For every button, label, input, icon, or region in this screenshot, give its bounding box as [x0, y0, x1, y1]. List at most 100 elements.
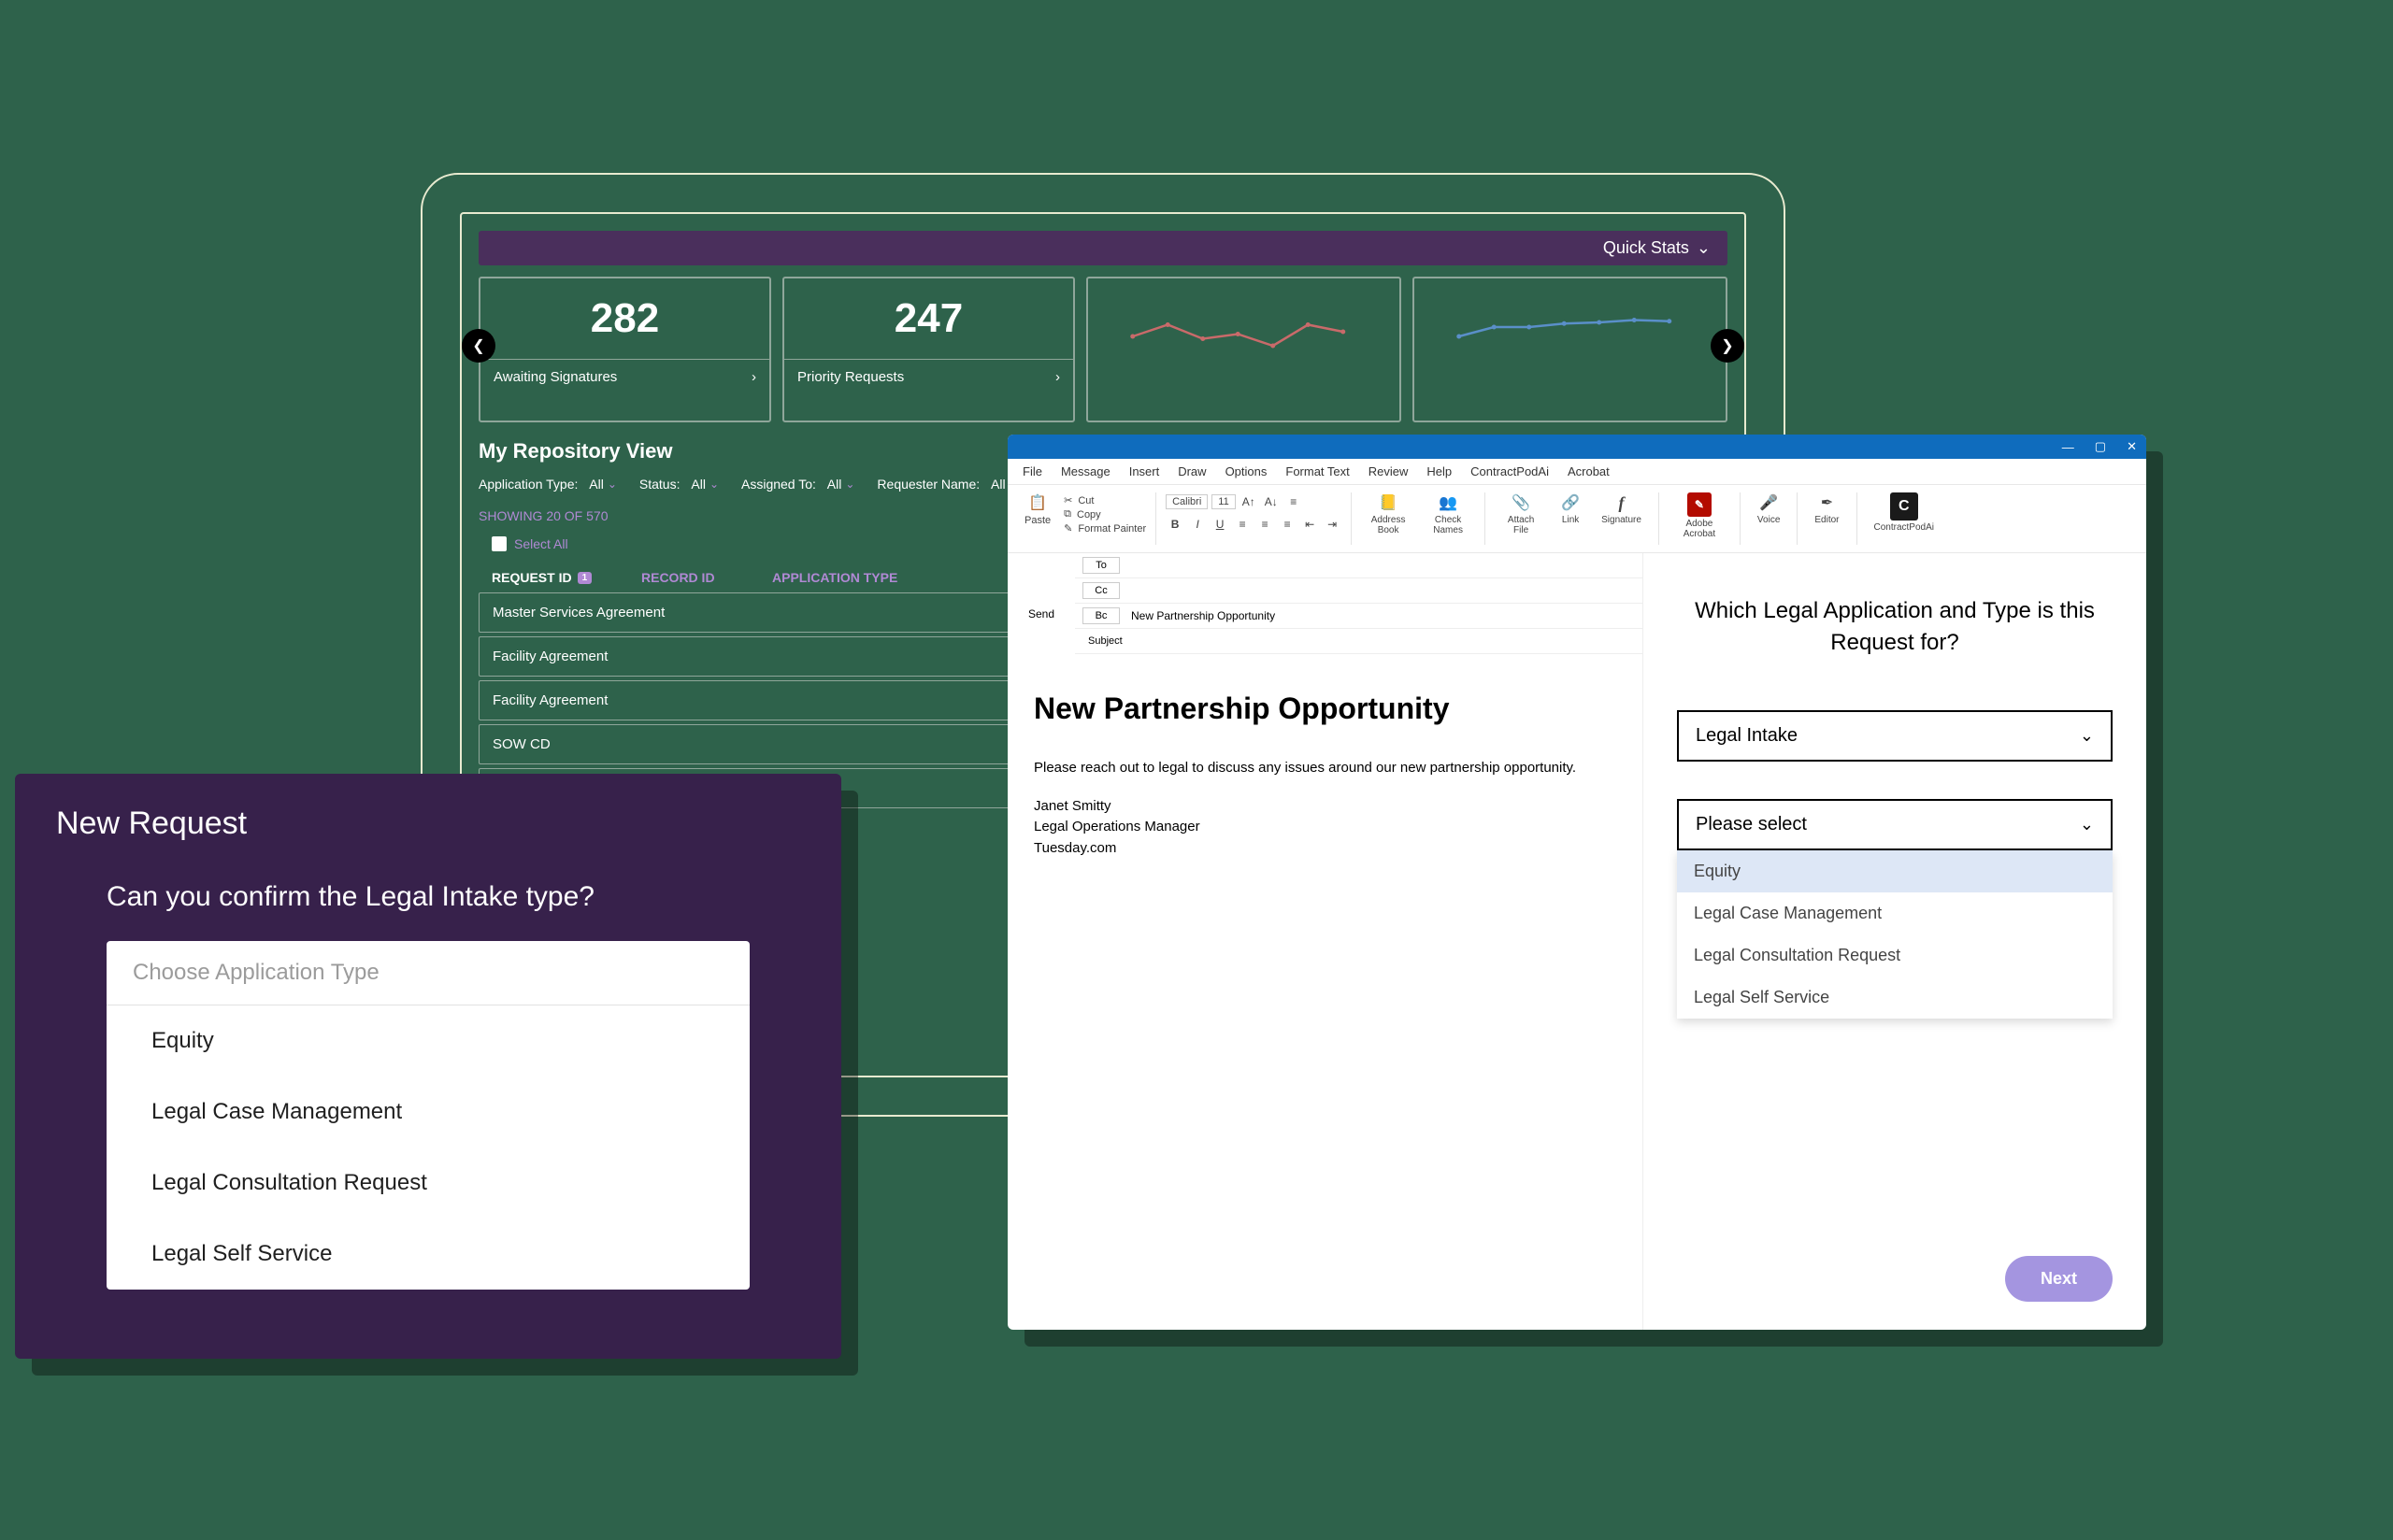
contractpodai-icon: C — [1890, 492, 1918, 520]
align-left-button[interactable]: ≡ — [1233, 515, 1252, 534]
font-name-select[interactable]: Calibri — [1166, 494, 1208, 509]
subject-input[interactable] — [1137, 635, 1642, 648]
subject-label: Subject — [1075, 635, 1137, 647]
address-book-icon: 📒 — [1378, 492, 1398, 513]
brush-icon: ✎ — [1064, 522, 1072, 535]
minimize-button[interactable]: — — [2062, 440, 2074, 454]
cc-input[interactable] — [1127, 580, 1642, 601]
line-chart-2 — [1412, 277, 1727, 422]
checkbox-icon — [492, 536, 507, 551]
outlook-window: — ▢ ✕ File Message Insert Draw Options F… — [1008, 435, 2146, 1330]
menu-file[interactable]: File — [1023, 464, 1042, 478]
italic-button[interactable]: I — [1188, 515, 1207, 534]
to-input[interactable] — [1127, 555, 1642, 576]
cut-icon: ✂ — [1064, 494, 1072, 506]
side-question: Which Legal Application and Type is this… — [1677, 595, 2113, 658]
copy-icon: ⧉ — [1064, 508, 1071, 520]
filter-assigned-to[interactable]: Assigned To: All⌄ — [741, 477, 854, 492]
format-painter-button[interactable]: ✎Format Painter — [1064, 522, 1146, 535]
indent-decrease-button[interactable]: ⇤ — [1300, 515, 1319, 534]
bold-button[interactable]: B — [1166, 515, 1184, 534]
send-button[interactable]: Send — [1008, 553, 1075, 654]
option-equity[interactable]: Equity — [1677, 850, 2113, 892]
option-legal-self-service[interactable]: Legal Self Service — [107, 1219, 750, 1290]
close-button[interactable]: ✕ — [2127, 439, 2137, 454]
to-button[interactable]: To — [1082, 557, 1120, 574]
menu-help[interactable]: Help — [1426, 464, 1452, 478]
quickstats-label: Quick Stats — [1603, 238, 1689, 258]
attach-file-button[interactable]: 📎Attach File — [1495, 492, 1547, 535]
modal-prompt: Can you confirm the Legal Intake type? — [107, 881, 800, 913]
option-legal-consultation-request[interactable]: Legal Consultation Request — [107, 1148, 750, 1219]
paste-icon: 📋 — [1027, 492, 1048, 513]
menu-message[interactable]: Message — [1061, 464, 1111, 478]
quickstats-toggle[interactable]: Quick Stats ⌄ — [479, 231, 1727, 265]
next-button[interactable]: Next — [2005, 1256, 2113, 1302]
cut-button[interactable]: ✂Cut — [1064, 494, 1146, 506]
indent-increase-button[interactable]: ⇥ — [1323, 515, 1341, 534]
column-application-type[interactable]: APPLICATION TYPE — [772, 570, 959, 585]
link-button[interactable]: 🔗Link — [1553, 492, 1588, 525]
type-select[interactable]: Please select ⌄ — [1677, 799, 2113, 850]
bc-input[interactable] — [1127, 606, 1642, 626]
stat-card-awaiting[interactable]: 282 Awaiting Signatures › — [479, 277, 771, 422]
align-right-button[interactable]: ≡ — [1278, 515, 1297, 534]
cc-button[interactable]: Cc — [1082, 582, 1120, 599]
menu-insert[interactable]: Insert — [1129, 464, 1160, 478]
signature-button[interactable]: fSignature — [1594, 492, 1649, 525]
filter-application-type[interactable]: Application Type: All⌄ — [479, 477, 617, 492]
copy-button[interactable]: ⧉Copy — [1064, 508, 1146, 520]
align-center-button[interactable]: ≡ — [1255, 515, 1274, 534]
chevron-down-icon: ⌄ — [1697, 238, 1711, 258]
check-names-button[interactable]: 👥Check Names — [1421, 492, 1475, 535]
menu-review[interactable]: Review — [1368, 464, 1409, 478]
carousel-next-button[interactable]: ❯ — [1711, 329, 1744, 363]
menu-bar: File Message Insert Draw Options Format … — [1008, 459, 2146, 485]
menu-options[interactable]: Options — [1225, 464, 1268, 478]
increase-font-button[interactable]: A↑ — [1239, 492, 1258, 511]
option-legal-self-service[interactable]: Legal Self Service — [1677, 977, 2113, 1019]
sort-badge: 1 — [578, 572, 593, 584]
column-record-id[interactable]: RECORD ID — [641, 570, 772, 585]
option-legal-case-management[interactable]: Legal Case Management — [107, 1077, 750, 1148]
email-body[interactable]: New Partnership Opportunity Please reach… — [1008, 654, 1642, 896]
adobe-acrobat-button[interactable]: ✎Adobe Acrobat — [1669, 492, 1730, 539]
compose-pane: Send To Cc Bc Subject New Partnership Op… — [1008, 553, 1643, 1330]
bc-button[interactable]: Bc — [1082, 607, 1120, 624]
voice-button[interactable]: 🎤Voice — [1750, 492, 1787, 525]
stats-row: ❮ 282 Awaiting Signatures › 247 Priority… — [479, 277, 1727, 422]
modal-title: New Request — [56, 806, 800, 842]
maximize-button[interactable]: ▢ — [2095, 439, 2106, 454]
new-request-modal: New Request Can you confirm the Legal In… — [15, 774, 841, 1359]
decrease-font-button[interactable]: A↓ — [1262, 492, 1281, 511]
address-book-button[interactable]: 📒Address Book — [1361, 492, 1415, 535]
stat-label-text: Awaiting Signatures — [494, 369, 617, 385]
stat-card-priority[interactable]: 247 Priority Requests › — [782, 277, 1075, 422]
carousel-prev-button[interactable]: ❮ — [462, 329, 495, 363]
editor-button[interactable]: ✒Editor — [1807, 492, 1846, 525]
option-legal-case-management[interactable]: Legal Case Management — [1677, 892, 2113, 934]
paperclip-icon: 📎 — [1511, 492, 1531, 513]
bullet-list-button[interactable]: ≡ — [1284, 492, 1303, 511]
menu-draw[interactable]: Draw — [1178, 464, 1206, 478]
email-heading: New Partnership Opportunity — [1034, 692, 1616, 726]
filter-requester-name[interactable]: Requester Name: All⌄ — [877, 477, 1018, 492]
option-equity[interactable]: Equity — [107, 1005, 750, 1077]
email-paragraph: Please reach out to legal to discuss any… — [1034, 758, 1616, 779]
menu-contractpodai[interactable]: ContractPodAi — [1470, 464, 1549, 478]
font-size-select[interactable]: 11 — [1211, 494, 1235, 509]
underline-button[interactable]: U — [1211, 515, 1229, 534]
column-request-id[interactable]: REQUEST ID1 — [492, 570, 641, 585]
card-header: Choose Application Type — [107, 941, 750, 1005]
option-legal-consultation-request[interactable]: Legal Consultation Request — [1677, 934, 2113, 977]
menu-format-text[interactable]: Format Text — [1285, 464, 1349, 478]
menu-acrobat[interactable]: Acrobat — [1568, 464, 1610, 478]
type-select-menu: Equity Legal Case Management Legal Consu… — [1677, 850, 2113, 1019]
contractpodai-button[interactable]: CContractPodAi — [1867, 492, 1942, 533]
legal-application-select[interactable]: Legal Intake ⌄ — [1677, 710, 2113, 762]
chevron-down-icon: ⌄ — [2080, 726, 2094, 746]
paste-button[interactable]: 📋 Paste — [1017, 492, 1058, 526]
filter-status[interactable]: Status: All⌄ — [639, 477, 719, 492]
chevron-down-icon: ⌄ — [709, 478, 719, 491]
window-titlebar: — ▢ ✕ — [1008, 435, 2146, 459]
